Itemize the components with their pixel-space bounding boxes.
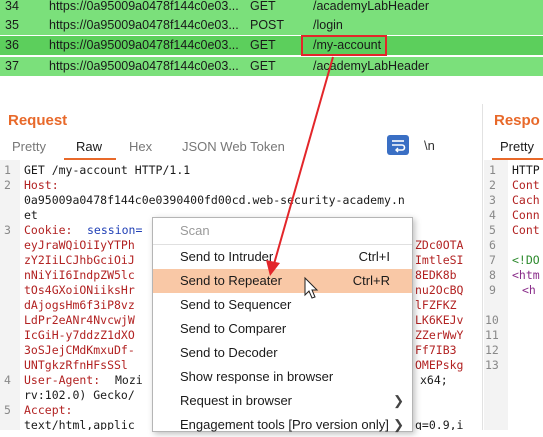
cursor-icon <box>304 276 319 299</box>
annotation-overlay <box>266 56 334 299</box>
arrow-annotation <box>266 56 334 276</box>
